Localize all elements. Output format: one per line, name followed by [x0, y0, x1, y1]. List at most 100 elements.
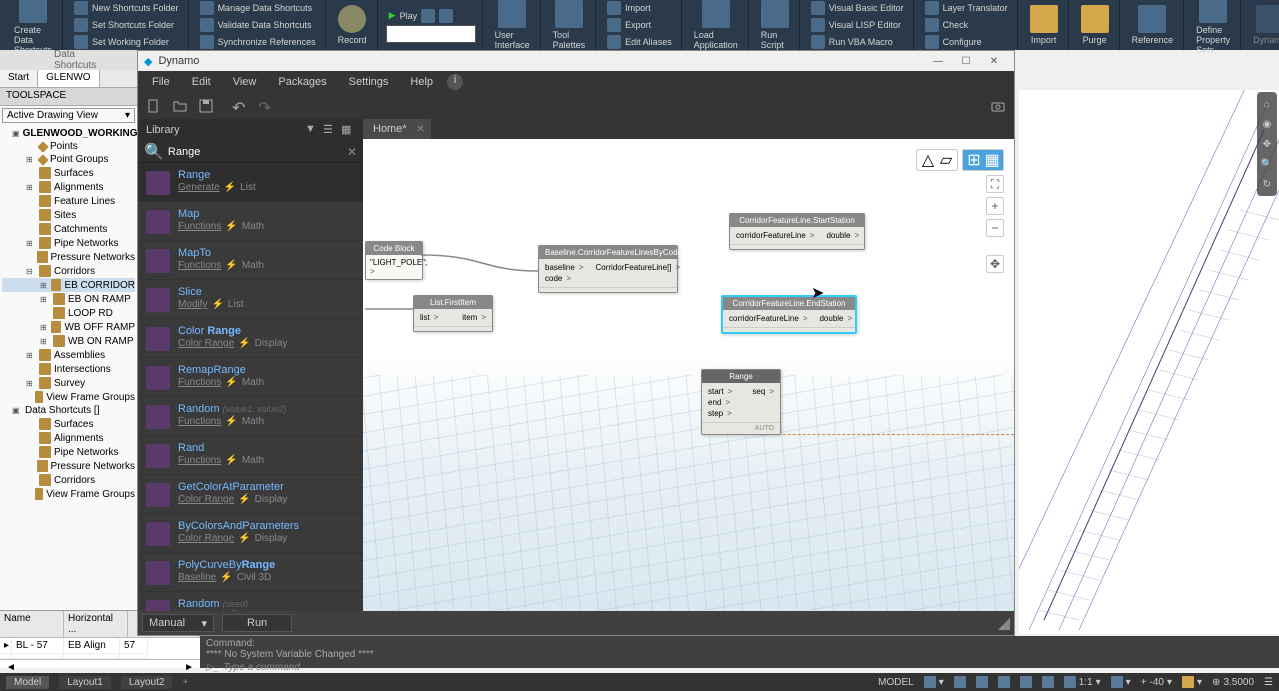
- tree-ds-corridors[interactable]: Corridors: [2, 473, 135, 487]
- 3d-view-button[interactable]: △: [919, 152, 937, 168]
- nav-mode-button[interactable]: ⊞: [965, 152, 983, 168]
- menu-packages[interactable]: Packages: [270, 74, 334, 90]
- graph-view-button[interactable]: ▱: [937, 152, 955, 168]
- create-data-shortcuts-button[interactable]: Create Data Shortcuts: [10, 0, 56, 56]
- start-tab[interactable]: Start: [0, 70, 38, 87]
- search-results[interactable]: Range Generate⚡List Map Functions⚡Math M…: [138, 163, 363, 611]
- tree-ds-pipe-networks[interactable]: Pipe Networks: [2, 445, 135, 459]
- search-result-item[interactable]: Random (seed) Functions⚡Math: [138, 592, 363, 611]
- zoom-out-button[interactable]: −: [986, 219, 1004, 237]
- run-button[interactable]: Run: [222, 614, 292, 632]
- polar-icon[interactable]: [976, 676, 988, 688]
- table-next[interactable]: ►: [184, 662, 194, 673]
- zoom-in-button[interactable]: +: [986, 197, 1004, 215]
- menu-file[interactable]: File: [144, 74, 178, 90]
- tree-corridors[interactable]: ⊟Corridors: [2, 264, 135, 278]
- tree-pressure-networks[interactable]: Pressure Networks: [2, 250, 135, 264]
- undo-icon[interactable]: ↶: [232, 98, 248, 114]
- new-shortcuts-folder-button[interactable]: New Shortcuts Folder: [71, 0, 182, 16]
- minimize-button[interactable]: —: [924, 52, 952, 70]
- zoom-display[interactable]: ⊕ 3.5000: [1212, 677, 1254, 688]
- clear-search-icon[interactable]: ✕: [347, 145, 357, 159]
- tree-ds-surfaces[interactable]: Surfaces: [2, 417, 135, 431]
- tree-ds-pressure-networks[interactable]: Pressure Networks: [2, 459, 135, 473]
- node-end-station[interactable]: CorridorFeatureLine.EndStation corridorF…: [721, 295, 857, 334]
- transparency-icon[interactable]: [1042, 676, 1054, 688]
- add-layout-button[interactable]: +: [182, 677, 188, 688]
- open-file-icon[interactable]: [172, 98, 188, 114]
- run-script-button[interactable]: Run Script: [757, 0, 793, 51]
- nav-zoom-icon[interactable]: 🔍: [1259, 156, 1275, 172]
- menu-view[interactable]: View: [225, 74, 265, 90]
- tool-palettes-button[interactable]: Tool Palettes: [549, 0, 590, 51]
- dynamo-titlebar[interactable]: ◆ Dynamo — ☐ ✕: [138, 51, 1014, 71]
- layout1-tab[interactable]: Layout1: [59, 676, 111, 689]
- table-col-name[interactable]: Name: [0, 611, 64, 637]
- menu-settings[interactable]: Settings: [341, 74, 397, 90]
- tree-view-frame-groups[interactable]: View Frame Groups: [2, 390, 135, 404]
- resize-grip-icon[interactable]: ◢: [998, 613, 1010, 633]
- search-result-item[interactable]: Range Generate⚡List: [138, 163, 363, 202]
- tree-eb-corridor[interactable]: ⊞EB CORRIDOR: [2, 278, 135, 292]
- library-search-input[interactable]: [168, 146, 347, 158]
- set-shortcuts-folder-button[interactable]: Set Shortcuts Folder: [71, 17, 182, 33]
- import-style-button[interactable]: Import: [1026, 4, 1062, 46]
- reference-button[interactable]: Reference: [1128, 4, 1178, 46]
- tree-intersections[interactable]: Intersections: [2, 362, 135, 376]
- nav-pan-icon[interactable]: ✥: [1259, 136, 1275, 152]
- node-start-station[interactable]: CorridorFeatureLine.StartStation corrido…: [729, 213, 865, 250]
- command-line[interactable]: Command: **** No System Variable Changed…: [200, 636, 1279, 668]
- tree-pipe-networks[interactable]: ⊞Pipe Networks: [2, 236, 135, 250]
- ortho-icon[interactable]: [954, 676, 966, 688]
- drawing-viewport[interactable]: ⌂ ◉ ✥ 🔍 ↻: [1019, 90, 1279, 634]
- export-button[interactable]: Export: [604, 17, 675, 33]
- lineweight-icon[interactable]: [1020, 676, 1032, 688]
- screenshot-icon[interactable]: [990, 98, 1006, 114]
- toolspace-view-combo[interactable]: Active Drawing View▾: [2, 108, 135, 123]
- workspace-icon[interactable]: ▾: [1182, 676, 1202, 688]
- layer-translator-button[interactable]: Layer Translator: [922, 0, 1011, 16]
- search-result-item[interactable]: ByColorsAndParameters Color Range⚡Displa…: [138, 514, 363, 553]
- tree-surfaces[interactable]: Surfaces: [2, 166, 135, 180]
- annotation-icon[interactable]: ▾: [1111, 676, 1131, 688]
- import-button[interactable]: Import: [604, 0, 675, 16]
- snap-grid-icon[interactable]: ▾: [924, 676, 944, 688]
- search-result-item[interactable]: PolyCurveByRange Baseline⚡Civil 3D: [138, 553, 363, 592]
- dynamo-canvas[interactable]: Home* ✕ △▱ ⊞▦ ⛶ + − ✥ C: [363, 119, 1014, 611]
- table-row[interactable]: ▸ BL - 57 EB Align 57: [0, 638, 200, 654]
- search-result-item[interactable]: Slice Modify⚡List: [138, 280, 363, 319]
- record-button[interactable]: Record: [334, 4, 371, 46]
- tree-wb-off-ramp[interactable]: ⊞WB OFF RAMP: [2, 320, 135, 334]
- visual-lisp-editor-button[interactable]: Visual LISP Editor: [808, 17, 907, 33]
- command-input[interactable]: Type a command: [223, 662, 300, 673]
- play-button[interactable]: ▶Play: [386, 8, 476, 24]
- tree-ds-alignments[interactable]: Alignments: [2, 431, 135, 445]
- tree-feature-lines[interactable]: Feature Lines: [2, 194, 135, 208]
- fit-view-button[interactable]: ⛶: [986, 175, 1004, 193]
- visual-basic-editor-button[interactable]: Visual Basic Editor: [808, 0, 907, 16]
- maximize-button[interactable]: ☐: [952, 52, 980, 70]
- configure-button[interactable]: Configure: [922, 34, 1011, 50]
- tree-loop-rd[interactable]: LOOP RD: [2, 306, 135, 320]
- table-col-horizontal[interactable]: Horizontal ...: [64, 611, 128, 637]
- close-button[interactable]: ✕: [980, 52, 1008, 70]
- scale-display[interactable]: 1:1▾: [1064, 676, 1101, 688]
- search-result-item[interactable]: Random (value1, value2) Functions⚡Math: [138, 397, 363, 436]
- layout2-tab[interactable]: Layout2: [121, 676, 173, 689]
- purge-button[interactable]: Purge: [1077, 4, 1113, 46]
- node-code-block[interactable]: Code Block "LIGHT_POLE"; >: [365, 241, 423, 280]
- define-property-sets-button[interactable]: Define Property Sets: [1192, 0, 1234, 56]
- model-tab[interactable]: Model: [6, 676, 49, 689]
- menu-edit[interactable]: Edit: [184, 74, 219, 90]
- save-icon[interactable]: [198, 98, 214, 114]
- validate-data-shortcuts-button[interactable]: Validate Data Shortcuts: [197, 17, 319, 33]
- customize-icon[interactable]: ☰: [1264, 677, 1273, 688]
- search-result-item[interactable]: Color Range Color Range⚡Display: [138, 319, 363, 358]
- tree-point-groups[interactable]: ⊞Point Groups: [2, 153, 135, 166]
- tree-sites[interactable]: Sites: [2, 208, 135, 222]
- search-result-item[interactable]: Rand Functions⚡Math: [138, 436, 363, 475]
- pan-button[interactable]: ✥: [986, 255, 1004, 273]
- tree-eb-on-ramp[interactable]: ⊞EB ON RAMP: [2, 292, 135, 306]
- nav-mode-2-button[interactable]: ▦: [983, 152, 1001, 168]
- redo-icon[interactable]: ↷: [258, 98, 274, 114]
